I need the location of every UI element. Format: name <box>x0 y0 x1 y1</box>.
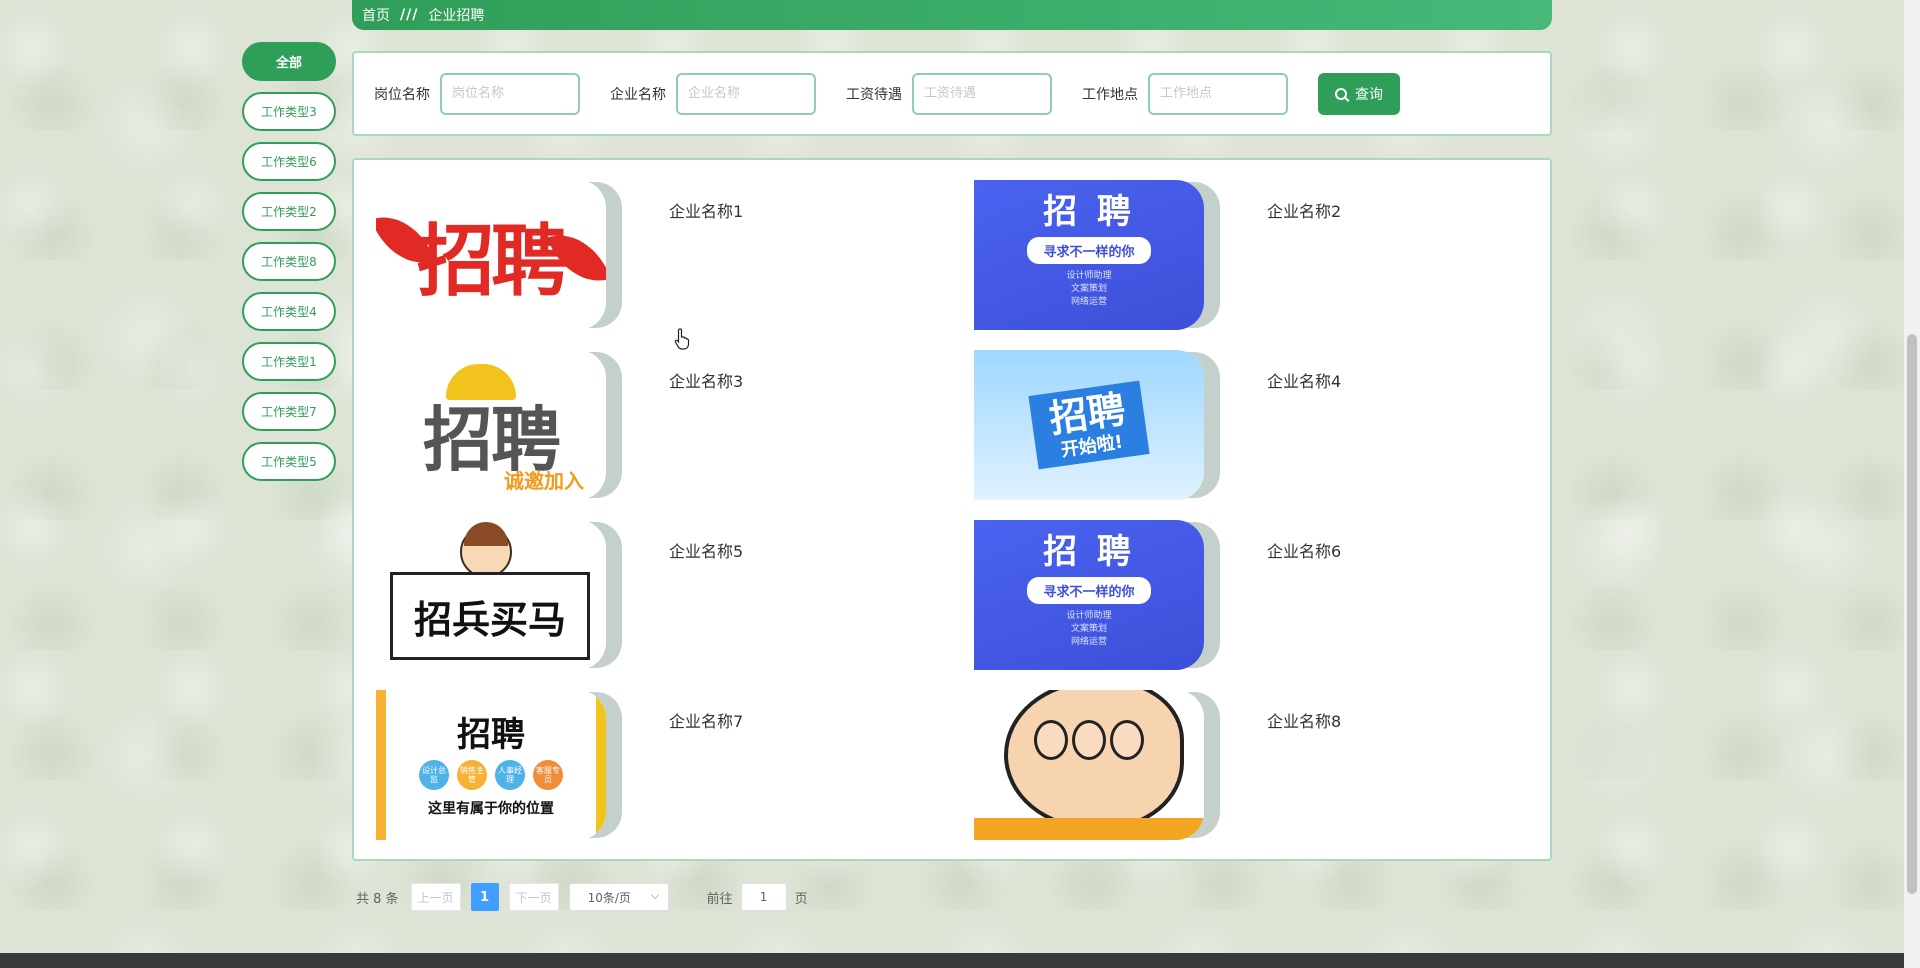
search-field-salary: 工资待遇 <box>846 72 1052 115</box>
search-button-label: 查询 <box>1355 86 1383 103</box>
pagination-total: 共 8 条 <box>356 891 399 907</box>
category-button[interactable]: 工作类型6 <box>242 142 336 181</box>
page-number-button[interactable]: 1 <box>470 883 499 911</box>
company-logo-image[interactable] <box>974 690 1204 840</box>
company-logo-image[interactable]: 招聘 诚邀加入 <box>376 350 606 500</box>
search-button[interactable]: 查询 <box>1318 72 1400 115</box>
page-size-select[interactable]: 10条/页 <box>568 883 669 911</box>
company-card[interactable]: 招 聘 寻求不一样的你 设计师助理 文案策划 网络运营 企业名称2 <box>952 160 1532 330</box>
company-name[interactable]: 企业名称7 <box>669 708 743 732</box>
poster-tagline: 寻求不一样的你 <box>1027 236 1151 264</box>
category-button[interactable]: 工作类型2 <box>242 192 336 231</box>
hand-cursor-icon <box>674 328 690 350</box>
company-logo-image[interactable]: 招聘 设计总监 销售主管 人事经理 客服专员 这里有属于你的位置 <box>376 690 606 840</box>
breadcrumb: 首页 /// 企业招聘 <box>352 0 1552 30</box>
poster-roles: 设计总监 销售主管 人事经理 客服专员 <box>419 759 563 790</box>
poster-roles: 设计师助理 文案策划 网络运营 <box>1066 270 1112 307</box>
poster-strip <box>974 818 1204 840</box>
work-location-label: 工作地点 <box>1082 86 1138 103</box>
search-panel: 岗位名称 企业名称 工资待遇 工作地点 查询 <box>352 51 1552 136</box>
page-jump-prefix: 前往 <box>706 891 733 907</box>
company-name[interactable]: 企业名称4 <box>1267 368 1341 392</box>
breadcrumb-current: 企业招聘 <box>428 8 485 24</box>
company-name[interactable]: 企业名称8 <box>1267 708 1341 732</box>
poster-tagline: 这里有属于你的位置 <box>428 800 554 817</box>
company-name-label: 企业名称 <box>610 86 666 103</box>
search-field-location: 工作地点 <box>1082 72 1288 115</box>
position-name-label: 岗位名称 <box>374 86 430 103</box>
poster-title: 招聘 <box>457 714 525 755</box>
poster-tagline: 寻求不一样的你 <box>1027 576 1151 604</box>
breadcrumb-home-link[interactable]: 首页 <box>362 5 390 25</box>
company-name[interactable]: 企业名称1 <box>669 198 743 222</box>
page-jump-input[interactable] <box>740 883 787 911</box>
company-card[interactable]: 招聘 设计总监 销售主管 人事经理 客服专员 这里有属于你的位置 企业名称7 <box>354 670 934 840</box>
page-size-value: 10条/页 <box>587 890 631 905</box>
salary-label: 工资待遇 <box>846 86 902 103</box>
chevron-down-icon <box>650 890 659 900</box>
category-button[interactable]: 工作类型7 <box>242 392 336 431</box>
poster-tagline: 诚邀加入 <box>504 469 584 493</box>
search-field-position: 岗位名称 <box>374 72 580 115</box>
company-card[interactable]: 企业名称8 <box>952 670 1532 840</box>
company-card[interactable]: 招聘 企业名称1 <box>354 160 934 330</box>
search-icon <box>1335 87 1347 100</box>
scrollbar-thumb[interactable] <box>1907 334 1917 894</box>
poster-roles: 设计师助理 文案策划 网络运营 <box>1066 610 1112 647</box>
pagination: 共 8 条 上一页 1 下一页 10条/页 前往 页 <box>356 883 808 911</box>
company-logo-image[interactable]: 招兵买马 <box>376 520 606 670</box>
salary-input[interactable] <box>912 72 1052 115</box>
position-name-input[interactable] <box>440 72 580 115</box>
footer-bar <box>0 953 1904 968</box>
company-logo-image[interactable]: 招聘 <box>376 180 606 330</box>
company-card[interactable]: 招兵买马 企业名称5 <box>354 500 934 670</box>
company-logo-image[interactable]: 招 聘 寻求不一样的你 设计师助理 文案策划 网络运营 <box>974 520 1204 670</box>
work-location-input[interactable] <box>1148 72 1288 115</box>
page-jump-suffix: 页 <box>794 891 808 907</box>
company-grid: 招聘 企业名称1 招 聘 寻求不一样的你 设计师助理 文案策划 网络运营 企业名… <box>352 158 1552 861</box>
pointing-hand-shape <box>1004 690 1184 830</box>
search-field-company: 企业名称 <box>610 72 816 115</box>
poster-title: 招兵买马 <box>390 572 590 660</box>
category-button[interactable]: 工作类型1 <box>242 342 336 381</box>
poster-banner: 招聘 开始啦! <box>1028 380 1150 470</box>
category-button[interactable]: 工作类型8 <box>242 242 336 281</box>
breadcrumb-separator: /// <box>400 7 419 23</box>
knuckle-shape <box>1110 720 1144 760</box>
category-button[interactable]: 工作类型4 <box>242 292 336 331</box>
category-button[interactable]: 工作类型5 <box>242 442 336 481</box>
knuckle-shape <box>1034 720 1068 760</box>
cartoon-hair-shape <box>464 522 508 546</box>
vertical-scrollbar[interactable] <box>1904 0 1920 968</box>
next-page-button[interactable]: 下一页 <box>508 883 559 911</box>
crown-shape <box>446 364 516 400</box>
company-name[interactable]: 企业名称3 <box>669 368 743 392</box>
poster-title: 招 聘 <box>1043 191 1135 232</box>
company-name[interactable]: 企业名称6 <box>1267 538 1341 562</box>
page-jump: 前往 页 <box>707 883 808 911</box>
knuckle-shape <box>1072 720 1106 760</box>
company-card[interactable]: 招 聘 寻求不一样的你 设计师助理 文案策划 网络运营 企业名称6 <box>952 500 1532 670</box>
category-all-button[interactable]: 全部 <box>242 42 336 81</box>
poster-title: 招 聘 <box>1043 531 1135 572</box>
company-name-input[interactable] <box>676 72 816 115</box>
company-card[interactable]: 招聘 诚邀加入 企业名称3 <box>354 330 934 500</box>
poster-title: 招聘 <box>416 216 569 307</box>
company-name[interactable]: 企业名称2 <box>1267 198 1341 222</box>
prev-page-button[interactable]: 上一页 <box>410 883 461 911</box>
company-logo-image[interactable]: 招聘 开始啦! <box>974 350 1204 500</box>
company-logo-image[interactable]: 招 聘 寻求不一样的你 设计师助理 文案策划 网络运营 <box>974 180 1204 330</box>
company-name[interactable]: 企业名称5 <box>669 538 743 562</box>
category-menu: 全部 工作类型3 工作类型6 工作类型2 工作类型8 工作类型4 工作类型1 工… <box>242 42 336 492</box>
category-button[interactable]: 工作类型3 <box>242 92 336 131</box>
company-card[interactable]: 招聘 开始啦! 企业名称4 <box>952 330 1532 500</box>
